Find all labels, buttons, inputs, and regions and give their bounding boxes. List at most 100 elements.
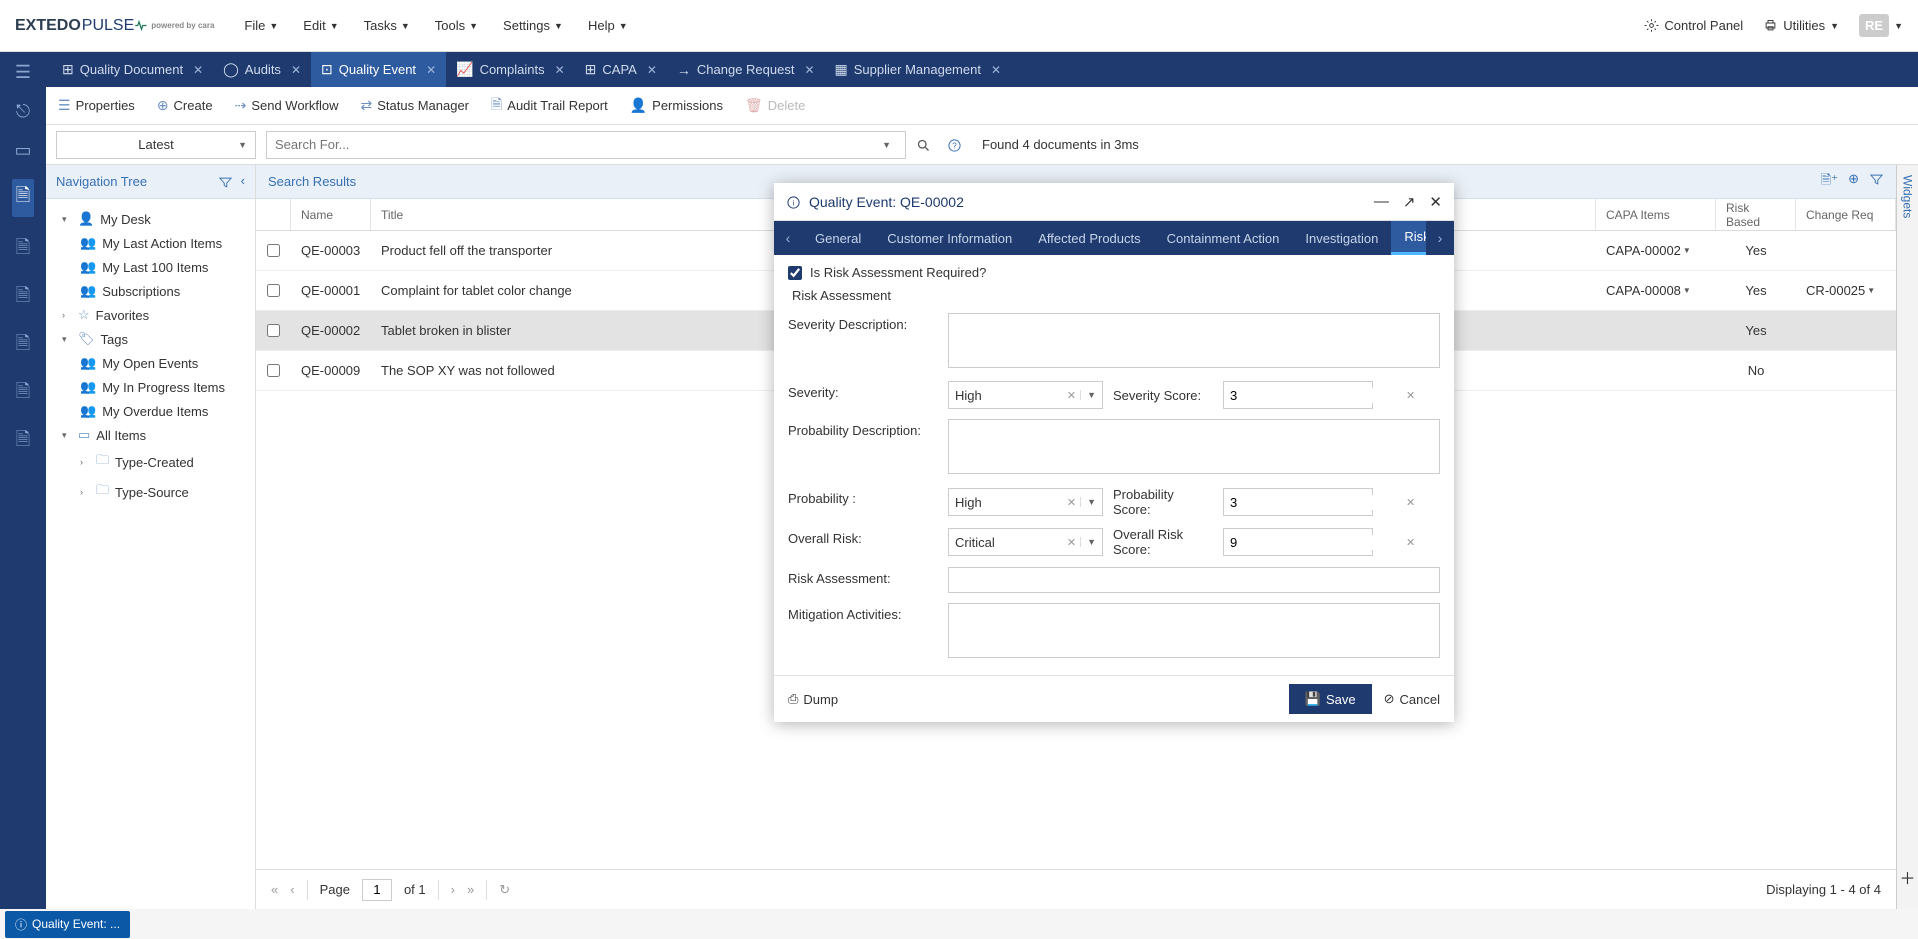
tree-type-created[interactable]: ›🗀Type-Created — [52, 447, 249, 477]
cell-creq[interactable]: CR-00025▼ — [1796, 271, 1896, 310]
search-icon[interactable] — [916, 136, 931, 153]
tree-my-desk[interactable]: ▾👤My Desk — [52, 207, 249, 231]
severity-score-input[interactable]: ✕ — [1223, 381, 1373, 409]
rail-icon-8[interactable]: 🗎 — [16, 427, 30, 457]
zoom-icon[interactable]: ⊕ — [1848, 171, 1859, 193]
mitigation-input[interactable] — [948, 603, 1440, 658]
close-icon[interactable]: ✕ — [555, 63, 565, 77]
control-panel-link[interactable]: Control Panel — [1644, 18, 1743, 33]
save-button[interactable]: 💾 Save — [1289, 684, 1372, 714]
tree-last-100[interactable]: 👥My Last 100 Items — [52, 255, 249, 279]
col-capa[interactable]: CAPA Items — [1596, 199, 1716, 230]
help-icon[interactable]: ? — [947, 136, 962, 153]
overall-risk-select[interactable]: Critical ✕ ▼ — [948, 528, 1103, 556]
tree-all-items[interactable]: ▾▭All Items — [52, 423, 249, 447]
prev-page-button[interactable]: ‹ — [290, 882, 294, 897]
overall-score-input[interactable]: ✕ — [1223, 528, 1373, 556]
tree-tags[interactable]: ▾🏷Tags — [52, 327, 249, 351]
close-icon[interactable]: ✕ — [804, 63, 814, 77]
menu-tasks[interactable]: Tasks▼ — [364, 18, 410, 33]
latest-select[interactable]: Latest ▼ — [56, 131, 256, 159]
add-widget-button[interactable]: ＋ — [1899, 865, 1915, 889]
delete-button[interactable]: 🗑Delete — [745, 97, 805, 114]
tab-quality-event[interactable]: ⊡Quality Event✕ — [311, 52, 446, 87]
row-checkbox[interactable] — [267, 324, 280, 337]
probability-desc-input[interactable] — [948, 419, 1440, 474]
row-checkbox[interactable] — [267, 364, 280, 377]
rail-icon-2[interactable]: ▭ — [14, 140, 31, 161]
properties-button[interactable]: ☰Properties — [58, 97, 135, 114]
minimize-icon[interactable]: — — [1374, 193, 1389, 211]
menu-settings[interactable]: Settings▼ — [503, 18, 563, 33]
user-menu[interactable]: RE▼ — [1859, 14, 1903, 37]
clear-icon[interactable]: ✕ — [1406, 496, 1415, 509]
next-page-button[interactable]: › — [451, 882, 455, 897]
tree-open-events[interactable]: 👥My Open Events — [52, 351, 249, 375]
col-risk[interactable]: Risk Based — [1716, 199, 1796, 230]
refresh-button[interactable]: ↻ — [499, 882, 510, 898]
hamburger-icon[interactable]: ☰ — [15, 62, 31, 83]
tab-supplier-management[interactable]: ▦Supplier Management✕ — [825, 52, 1012, 87]
close-icon[interactable]: ✕ — [647, 63, 657, 77]
menu-edit[interactable]: Edit▼ — [303, 18, 338, 33]
clear-icon[interactable]: ✕ — [1406, 389, 1415, 402]
probability-score-input[interactable]: ✕ — [1223, 488, 1373, 516]
tree-in-progress[interactable]: 👥My In Progress Items — [52, 375, 249, 399]
rail-icon-6[interactable]: 🗎 — [16, 331, 30, 361]
clear-icon[interactable]: ✕ — [1067, 389, 1076, 402]
first-page-button[interactable]: « — [271, 882, 278, 897]
scroll-right-button[interactable]: › — [1426, 221, 1454, 255]
utilities-menu[interactable]: Utilities▼ — [1763, 18, 1839, 33]
rail-icon-4[interactable]: 🗎 — [16, 235, 30, 265]
tree-subscriptions[interactable]: 👥Subscriptions — [52, 279, 249, 303]
chevron-down-icon[interactable]: ▼ — [1080, 390, 1096, 400]
severity-desc-input[interactable] — [948, 313, 1440, 368]
col-creq[interactable]: Change Req — [1796, 199, 1896, 230]
tree-overdue[interactable]: 👥My Overdue Items — [52, 399, 249, 423]
tree-favorites[interactable]: ›☆Favorites — [52, 303, 249, 327]
rail-icon-1[interactable]: ⎋ — [16, 101, 30, 122]
probability-select[interactable]: High ✕ ▼ — [948, 488, 1103, 516]
collapse-icon[interactable]: ‹ — [241, 173, 245, 189]
last-page-button[interactable]: » — [467, 882, 474, 897]
menu-file[interactable]: File▼ — [244, 18, 278, 33]
mtab-general[interactable]: General — [802, 221, 874, 255]
tab-audits[interactable]: ◯Audits✕ — [213, 52, 311, 87]
close-icon[interactable]: ✕ — [193, 63, 203, 77]
col-name[interactable]: Name — [291, 199, 371, 230]
menu-tools[interactable]: Tools▼ — [435, 18, 478, 33]
tab-quality-document[interactable]: ⊞Quality Document✕ — [52, 52, 213, 87]
row-checkbox[interactable] — [267, 284, 280, 297]
close-icon[interactable]: ✕ — [1429, 193, 1442, 211]
widgets-button[interactable]: Widgets — [1901, 175, 1915, 218]
mtab-affected-products[interactable]: Affected Products — [1025, 221, 1153, 255]
chevron-down-icon[interactable]: ▼ — [882, 140, 891, 150]
clear-icon[interactable]: ✕ — [1067, 536, 1076, 549]
close-icon[interactable]: ✕ — [291, 63, 301, 77]
cancel-button[interactable]: ⊘ Cancel — [1384, 684, 1440, 714]
tab-change-request[interactable]: →Change Request✕ — [667, 52, 825, 87]
page-input[interactable] — [362, 879, 392, 901]
create-button[interactable]: ⊕Create — [157, 97, 213, 114]
risk-required-checkbox[interactable] — [788, 266, 802, 280]
risk-assessment-input[interactable] — [948, 567, 1440, 593]
filter-icon[interactable] — [1869, 171, 1884, 193]
dump-button[interactable]: ⎙ Dump — [788, 691, 838, 707]
close-icon[interactable]: ✕ — [991, 63, 1001, 77]
tab-complaints[interactable]: 📈Complaints✕ — [446, 52, 575, 87]
rail-icon-5[interactable]: 🗎 — [16, 283, 30, 313]
status-manager-button[interactable]: ⇄Status Manager — [361, 97, 470, 114]
audit-trail-button[interactable]: 🗎Audit Trail Report — [491, 94, 608, 118]
chevron-down-icon[interactable]: ▼ — [1080, 537, 1096, 547]
new-doc-icon[interactable]: 🗎⁺ — [1821, 171, 1838, 193]
clear-icon[interactable]: ✕ — [1067, 496, 1076, 509]
tab-capa[interactable]: ⊞CAPA✕ — [575, 52, 667, 87]
tree-type-source[interactable]: ›🗀Type-Source — [52, 477, 249, 507]
mtab-containment-action[interactable]: Containment Action — [1154, 221, 1293, 255]
cell-capa[interactable]: CAPA-00008▼ — [1596, 271, 1716, 310]
cell-capa[interactable]: CAPA-00002▼ — [1596, 231, 1716, 270]
clear-icon[interactable]: ✕ — [1406, 536, 1415, 549]
tree-last-action[interactable]: 👥My Last Action Items — [52, 231, 249, 255]
send-workflow-button[interactable]: ⇢Send Workflow — [235, 97, 339, 114]
rail-icon-7[interactable]: 🗎 — [16, 379, 30, 409]
